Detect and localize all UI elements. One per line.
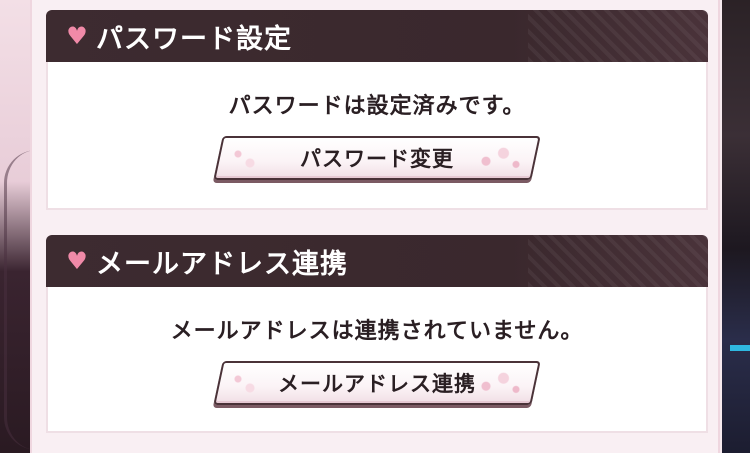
button-decoration	[476, 142, 526, 174]
link-email-button[interactable]: メールアドレス連携	[213, 361, 541, 405]
link-email-label: メールアドレス連携	[278, 372, 476, 396]
email-section-title: メールアドレス連携	[96, 248, 348, 280]
change-password-button[interactable]: パスワード変更	[213, 136, 541, 180]
background-stripe	[730, 345, 750, 351]
email-section-body: メールアドレスは連携されていません。 メールアドレス連携	[46, 287, 708, 433]
password-section-body: パスワードは設定済みです。 パスワード変更	[46, 62, 708, 210]
heart-icon: ♥	[66, 247, 88, 275]
password-section: ♥ パスワード設定 パスワードは設定済みです。 パスワード変更	[46, 10, 708, 210]
button-decoration	[226, 142, 266, 172]
email-section: ♥ メールアドレス連携 メールアドレスは連携されていません。 メールアドレス連携	[46, 235, 708, 433]
password-status-text: パスワードは設定済みです。	[228, 94, 526, 119]
email-section-header: ♥ メールアドレス連携	[46, 235, 708, 287]
email-status-text: メールアドレスは連携されていません。	[170, 319, 584, 344]
button-decoration	[226, 367, 266, 397]
heart-icon: ♥	[66, 22, 88, 50]
settings-panel: ♥ パスワード設定 パスワードは設定済みです。 パスワード変更 ♥ メールアドレ…	[30, 0, 720, 453]
background-right	[722, 0, 750, 453]
password-section-header: ♥ パスワード設定	[46, 10, 708, 62]
background-left	[0, 0, 30, 453]
button-decoration	[476, 367, 526, 399]
change-password-label: パスワード変更	[300, 147, 454, 171]
password-section-title: パスワード設定	[96, 23, 292, 55]
